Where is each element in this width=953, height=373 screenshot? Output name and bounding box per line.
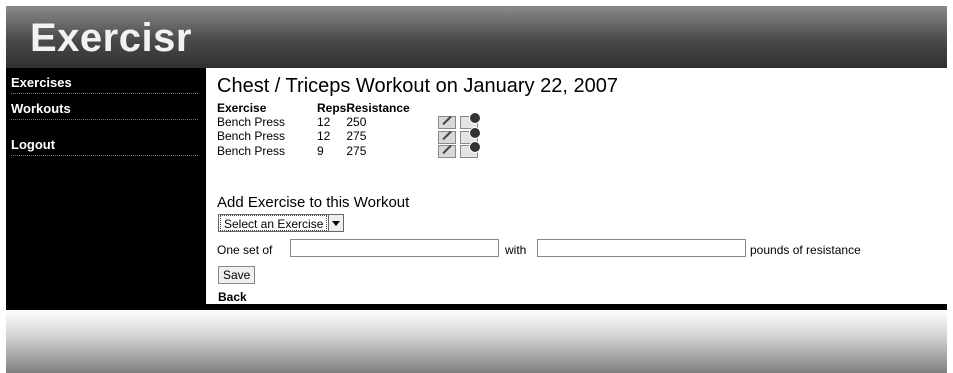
- delete-icon[interactable]: [460, 140, 482, 158]
- label-with: with: [505, 243, 527, 257]
- header-banner: Exercisr: [6, 6, 947, 68]
- sidebar: Exercises Workouts Logout: [6, 68, 206, 304]
- cell-resistance: 250: [346, 115, 367, 130]
- back-link[interactable]: Back: [218, 290, 247, 304]
- cell-resistance: 275: [346, 129, 367, 144]
- cell-reps: 12: [317, 129, 331, 144]
- table-row: Bench Press 12 275: [217, 126, 482, 144]
- table-row: Bench Press 9 275: [217, 140, 482, 158]
- edit-icon[interactable]: [438, 116, 457, 130]
- add-exercise-heading: Add Exercise to this Workout: [217, 194, 410, 211]
- edit-icon[interactable]: [438, 144, 457, 158]
- cell-reps: 9: [317, 143, 324, 158]
- table-header-row: Exercise Reps Resistance: [217, 101, 478, 115]
- app-frame: Exercisr Exercises Workouts Logout Chest…: [6, 6, 947, 373]
- main-content: Chest / Triceps Workout on January 22, 2…: [206, 68, 947, 304]
- cell-resistance: 275: [346, 143, 367, 158]
- resistance-input[interactable]: [537, 239, 746, 257]
- table-row: Bench Press 12 250: [217, 112, 482, 130]
- cell-exercise: Bench Press: [217, 143, 286, 158]
- cell-exercise: Bench Press: [217, 115, 286, 130]
- workout-sets-table: Exercise Reps Resistance Bench Press 12 …: [217, 101, 482, 158]
- cell-reps: 12: [317, 115, 331, 130]
- reps-input[interactable]: [290, 239, 499, 257]
- cell-exercise: Bench Press: [217, 129, 286, 144]
- cell-actions: [438, 140, 482, 158]
- column-header-resistance: Resistance: [346, 101, 410, 115]
- label-one-set-of: One set of: [217, 243, 273, 257]
- column-header-reps: Reps: [317, 101, 347, 115]
- page-title: Chest / Triceps Workout on January 22, 2…: [217, 75, 618, 97]
- set-entry-row: One set of with pounds of resistance: [217, 239, 937, 259]
- footer-bar: [6, 310, 947, 373]
- exercise-select-value: Select an Exercise: [220, 215, 328, 231]
- sidebar-item-workouts[interactable]: Workouts: [11, 94, 198, 120]
- chevron-down-icon[interactable]: [328, 215, 344, 231]
- column-header-exercise: Exercise: [217, 101, 267, 115]
- sidebar-item-exercises[interactable]: Exercises: [11, 68, 198, 94]
- sidebar-item-logout[interactable]: Logout: [11, 130, 198, 156]
- exercise-select[interactable]: Select an Exercise: [218, 214, 345, 232]
- save-button[interactable]: Save: [218, 266, 256, 284]
- edit-icon[interactable]: [438, 130, 457, 144]
- label-pounds-of-resistance: pounds of resistance: [750, 243, 861, 257]
- app-logo[interactable]: Exercisr: [30, 16, 192, 60]
